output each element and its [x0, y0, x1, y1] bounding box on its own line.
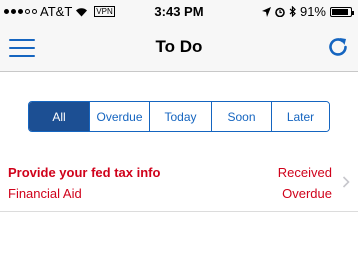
filter-all[interactable]: All — [29, 102, 90, 131]
filter-today[interactable]: Today — [150, 102, 212, 131]
bluetooth-icon — [289, 6, 296, 17]
status-right: 91% — [261, 4, 354, 19]
refresh-icon[interactable] — [326, 35, 350, 59]
todo-list: Provide your fed tax info Financial Aid … — [0, 152, 358, 212]
alarm-icon — [275, 7, 285, 17]
item-title: Provide your fed tax info — [8, 165, 161, 180]
filter-later[interactable]: Later — [272, 102, 329, 131]
battery-icon — [330, 6, 354, 17]
filter-overdue[interactable]: Overdue — [90, 102, 150, 131]
chevron-right-icon — [342, 176, 350, 188]
todo-screen: AT&T VPN 3:43 PM 91% To Do All Overdue T… — [0, 0, 358, 275]
list-item[interactable]: Provide your fed tax info Financial Aid … — [0, 152, 358, 212]
location-icon — [261, 6, 271, 17]
status-bar: AT&T VPN 3:43 PM 91% — [0, 0, 358, 22]
item-due-label: Overdue — [282, 186, 332, 201]
item-status: Received — [277, 165, 332, 180]
battery-percent: 91% — [299, 4, 326, 19]
filter-segmented-control: All Overdue Today Soon Later — [28, 101, 330, 132]
item-subtitle: Financial Aid — [8, 186, 82, 201]
page-title: To Do — [155, 37, 203, 56]
nav-bar: To Do — [0, 22, 358, 72]
filter-soon[interactable]: Soon — [212, 102, 272, 131]
battery-fill — [332, 8, 349, 15]
